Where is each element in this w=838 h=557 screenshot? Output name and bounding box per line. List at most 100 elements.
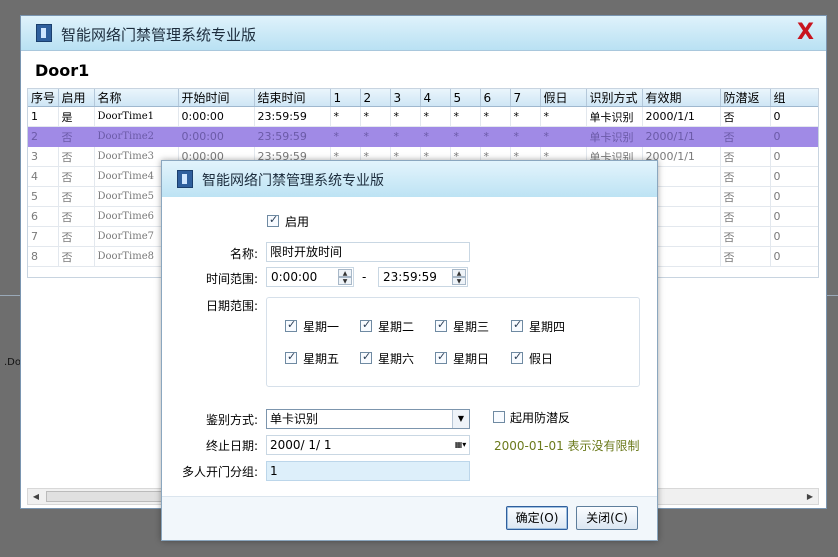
table-row[interactable]: 2 否 DoorTime2 0:00:00 23:59:59 * * * * * * * * 单卡识别 20…	[28, 126, 818, 147]
dialog-body: 启用 名称: 限时开放时间 时间范围: 0:00:00 ▲ ▼ - 23:59:…	[162, 197, 657, 506]
column-header[interactable]: 6	[480, 89, 511, 107]
table-cell: 0	[770, 186, 818, 207]
end-time-input[interactable]: 23:59:59 ▲ ▼	[378, 267, 468, 287]
weekday-label: 星期二	[378, 320, 415, 334]
table-cell: 1	[28, 106, 59, 127]
weekday-checkbox[interactable]	[511, 350, 523, 364]
spin-up-icon[interactable]: ▲	[452, 269, 466, 277]
table-cell: 2000/1/1	[642, 126, 721, 147]
column-header[interactable]: 序号	[28, 89, 59, 107]
column-header[interactable]: 4	[420, 89, 451, 107]
scroll-right-icon[interactable]: ▶	[803, 490, 817, 503]
table-cell: 8	[28, 246, 59, 267]
column-header[interactable]: 3	[390, 89, 421, 107]
end-date-label: 终止日期:	[205, 439, 258, 453]
column-header[interactable]: 7	[510, 89, 541, 107]
start-time-input[interactable]: 0:00:00 ▲ ▼	[266, 267, 354, 287]
ok-button[interactable]: 确定(O)	[506, 506, 568, 530]
table-cell: *	[480, 126, 511, 147]
table-cell: *	[450, 126, 481, 147]
table-cell: 否	[58, 226, 95, 247]
table-cell: *	[540, 106, 587, 127]
auth-method-select[interactable]: 单卡识别 ▼	[266, 409, 470, 429]
column-header[interactable]: 防潜返	[720, 89, 771, 107]
table-cell: 否	[58, 206, 95, 227]
column-header[interactable]: 启用	[58, 89, 95, 107]
table-cell: 0	[770, 246, 818, 267]
table-cell: *	[510, 106, 541, 127]
name-input[interactable]: 限时开放时间	[266, 242, 470, 262]
scroll-left-icon[interactable]: ◀	[29, 490, 43, 503]
table-cell: 否	[720, 246, 771, 267]
column-header[interactable]: 识别方式	[586, 89, 643, 107]
end-date-picker[interactable]: 2000/ 1/ 1 ▦▾	[266, 435, 470, 455]
column-header[interactable]: 名称	[94, 89, 179, 107]
column-header[interactable]: 结束时间	[254, 89, 331, 107]
weekday-label: 星期五	[303, 352, 340, 366]
time-edit-dialog: 智能网络门禁管理系统专业版 启用 名称: 限时开放时间 时间范围: 0:00:0…	[161, 160, 658, 541]
table-cell: 23:59:59	[254, 126, 331, 147]
weekday-checkbox[interactable]	[360, 318, 372, 332]
table-cell: *	[420, 126, 451, 147]
weekday-checkbox[interactable]	[285, 350, 297, 364]
table-cell: *	[390, 126, 421, 147]
close-button[interactable]: 关闭(C)	[576, 506, 638, 530]
end-date-value: 2000/ 1/ 1	[270, 438, 332, 452]
enable-checkbox[interactable]	[267, 213, 279, 227]
dropdown-arrow-icon[interactable]: ▼	[452, 410, 469, 428]
table-cell: 单卡识别	[586, 106, 643, 127]
anti-passback-checkbox[interactable]	[493, 411, 505, 423]
column-header[interactable]: 假日	[540, 89, 587, 107]
spin-down-icon[interactable]: ▼	[452, 277, 466, 285]
column-header[interactable]: 组	[770, 89, 818, 107]
column-header[interactable]: 2	[360, 89, 391, 107]
column-header[interactable]: 5	[450, 89, 481, 107]
weekday-label: 星期三	[453, 320, 490, 334]
table-cell: 5	[28, 186, 59, 207]
weekday-checkbox[interactable]	[511, 318, 523, 332]
weekday-label: 假日	[529, 352, 554, 366]
table-cell: *	[330, 126, 361, 147]
dialog-title-bar[interactable]: 智能网络门禁管理系统专业版	[162, 161, 657, 197]
calendar-dropdown-icon[interactable]: ▦▾	[452, 436, 469, 454]
table-row[interactable]: 1 是 DoorTime1 0:00:00 23:59:59 * * * * * * * * 单卡识别 20…	[28, 106, 818, 127]
table-cell: 是	[58, 106, 95, 127]
spin-down-icon[interactable]: ▼	[338, 277, 352, 285]
weekday-checkbox[interactable]	[435, 350, 447, 364]
table-cell: 否	[720, 206, 771, 227]
multi-group-input[interactable]: 1	[266, 461, 470, 481]
column-header[interactable]: 有效期	[642, 89, 721, 107]
weekday-checkbox[interactable]	[360, 350, 372, 364]
anti-passback-label: 起用防潜反	[510, 411, 571, 425]
table-cell: *	[540, 126, 587, 147]
dialog-footer: 确定(O) 关闭(C)	[162, 496, 657, 540]
main-window-title: 智能网络门禁管理系统专业版	[61, 26, 257, 44]
table-cell: *	[390, 106, 421, 127]
table-cell: 否	[58, 146, 95, 167]
table-cell: 否	[58, 246, 95, 267]
table-cell: 23:59:59	[254, 106, 331, 127]
main-title-bar[interactable]: 智能网络门禁管理系统专业版 X	[21, 16, 826, 51]
spin-up-icon[interactable]: ▲	[338, 269, 352, 277]
name-label: 名称:	[229, 247, 258, 261]
no-limit-hint: 2000-01-01 表示没有限制	[494, 439, 640, 453]
multi-group-label: 多人开门分组:	[181, 465, 258, 479]
table-cell: *	[450, 106, 481, 127]
column-header[interactable]: 开始时间	[178, 89, 255, 107]
weekday-checkbox[interactable]	[435, 318, 447, 332]
close-icon[interactable]: X	[797, 22, 814, 44]
table-cell: 2	[28, 126, 59, 147]
table-cell: *	[330, 106, 361, 127]
table-cell: 0	[770, 146, 818, 167]
table-cell: 6	[28, 206, 59, 227]
table-cell: *	[420, 106, 451, 127]
table-cell: 否	[720, 166, 771, 187]
table-cell: *	[360, 126, 391, 147]
table-cell: 否	[58, 126, 95, 147]
auth-method-value: 单卡识别	[270, 412, 319, 426]
weekday-checkbox[interactable]	[285, 318, 297, 332]
door-title: Door1	[35, 61, 90, 80]
column-header[interactable]: 1	[330, 89, 361, 107]
scroll-thumb[interactable]	[46, 491, 176, 502]
table-cell: 0:00:00	[178, 106, 255, 127]
